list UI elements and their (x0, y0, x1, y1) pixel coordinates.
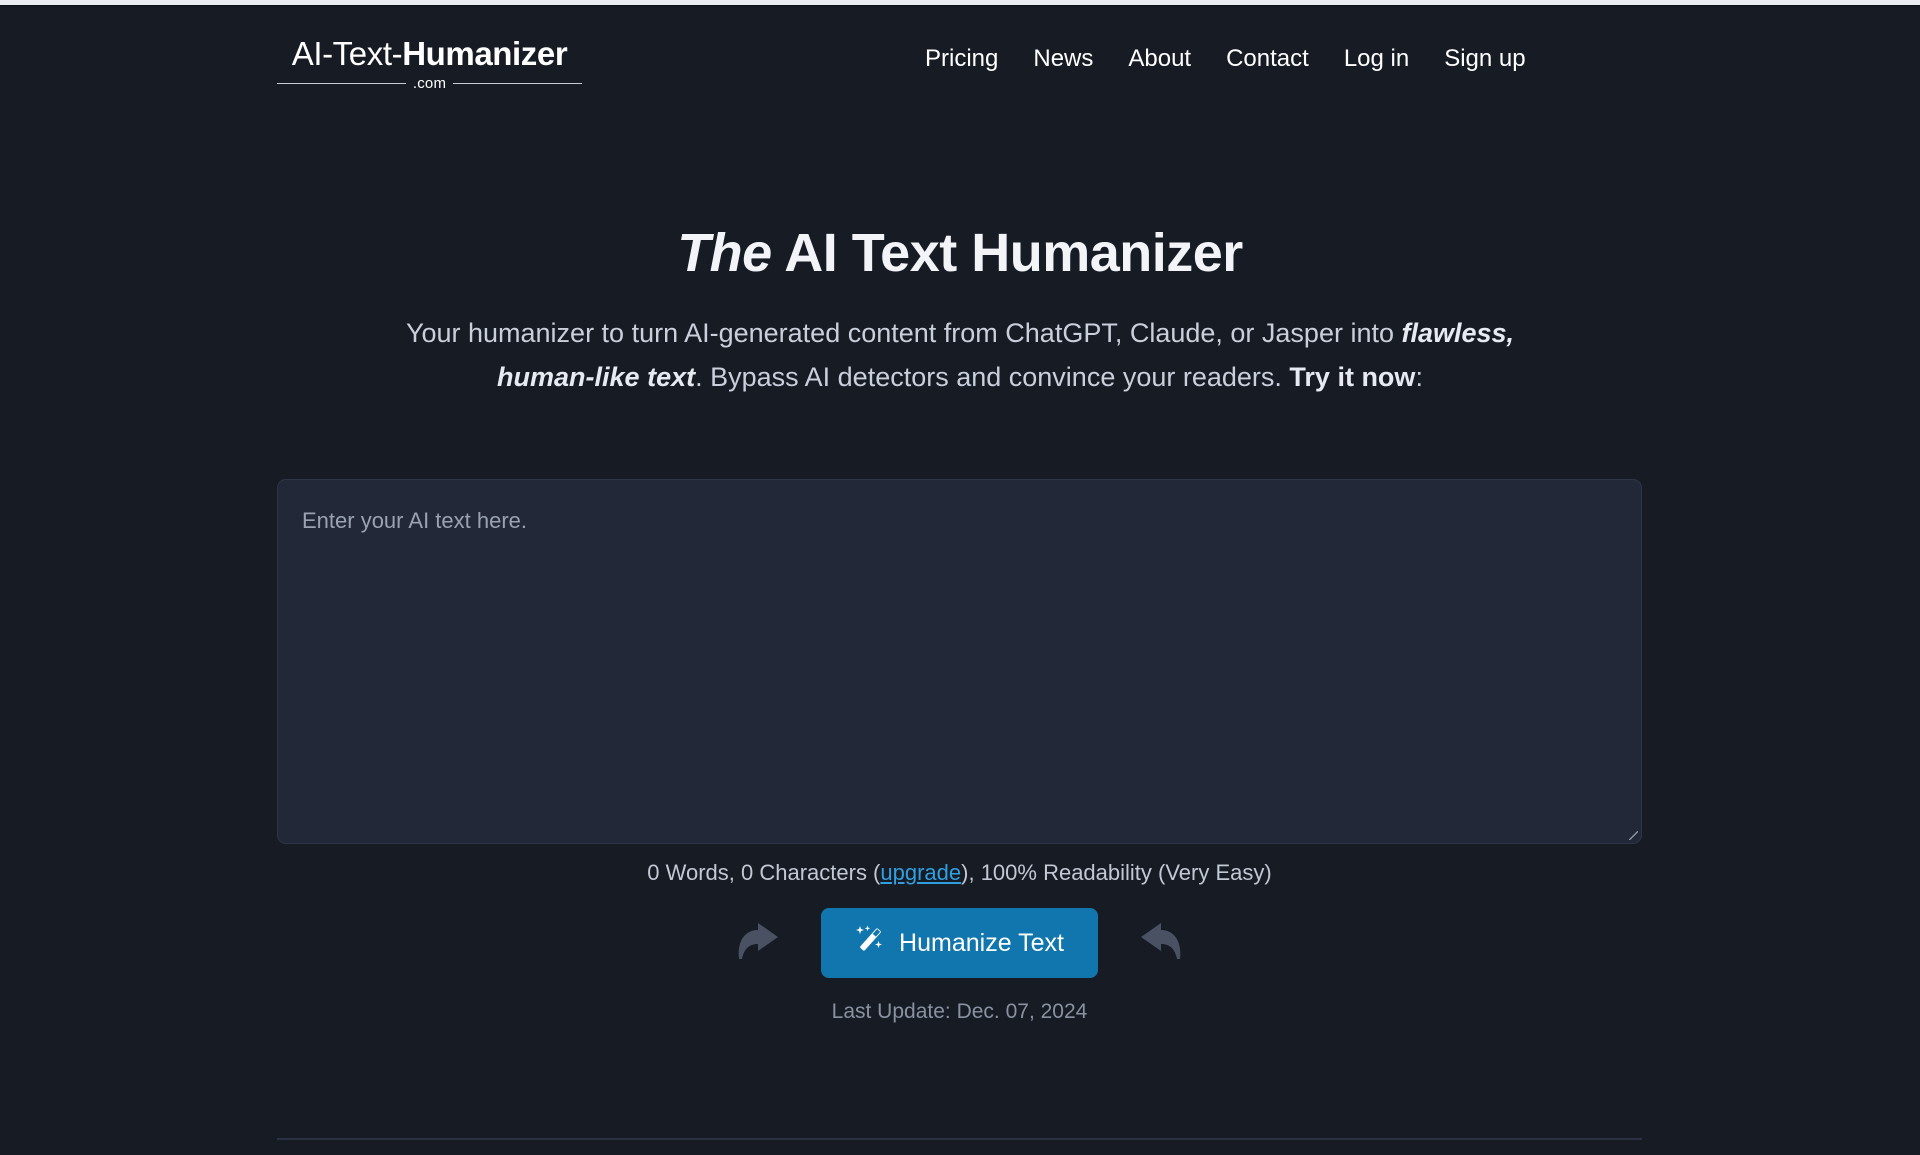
hero-subtitle-part3: : (1415, 361, 1423, 392)
text-stats-prefix: 0 Words, 0 Characters ( (647, 860, 881, 885)
editor-section: Enter your AI text here. 0 Words, 0 Char… (277, 479, 1642, 1024)
logo-wordmark: AI-Text-Humanizer (292, 37, 568, 70)
nav-item-about[interactable]: About (1128, 45, 1191, 73)
logo-domain: .com (412, 75, 447, 92)
hero-subtitle-part1: Your humanizer to turn AI-generated cont… (405, 318, 1402, 349)
logo-rule-left (277, 83, 406, 84)
hero-section: The AI Text Humanizer Your humanizer to … (0, 222, 1920, 400)
nav-item-pricing[interactable]: Pricing (925, 45, 998, 73)
curved-arrow-left-icon (1138, 921, 1186, 965)
logo-rule-right (453, 83, 582, 84)
undo-button[interactable] (729, 917, 785, 969)
logo-domain-row: .com (277, 75, 582, 92)
logo-prefix: AI-Text- (291, 35, 403, 72)
nav-item-signup[interactable]: Sign up (1444, 45, 1525, 73)
page-title-italic-word: The (677, 223, 772, 283)
hero-subtitle: Your humanizer to turn AI-generated cont… (370, 312, 1550, 399)
page-title-rest: AI Text Humanizer (771, 223, 1243, 283)
textarea-resize-handle[interactable] (1629, 831, 1638, 840)
text-stats-suffix: ), 100% Readability (Very Easy) (961, 860, 1272, 885)
main-navigation: Pricing News About Contact Log in Sign u… (925, 45, 1526, 73)
action-row: Humanize Text (277, 908, 1642, 978)
section-divider (277, 1138, 1642, 1140)
magic-wand-icon (855, 925, 885, 962)
redo-button[interactable] (1134, 917, 1190, 969)
curved-arrow-right-icon (733, 921, 781, 965)
ai-text-input-placeholder: Enter your AI text here. (302, 508, 528, 533)
browser-chrome-edge (0, 0, 1920, 6)
logo-suffix: Humanizer (402, 35, 568, 72)
page-root: AI-Text-Humanizer .com Pricing News Abou… (0, 7, 1920, 1155)
nav-item-login[interactable]: Log in (1344, 45, 1409, 73)
hero-subtitle-part2: . Bypass AI detectors and convince your … (695, 361, 1290, 392)
nav-item-contact[interactable]: Contact (1226, 45, 1309, 73)
site-logo[interactable]: AI-Text-Humanizer .com (277, 37, 582, 92)
nav-item-news[interactable]: News (1033, 45, 1093, 73)
hero-subtitle-emphasis2: Try it now (1289, 361, 1416, 392)
text-stats: 0 Words, 0 Characters (upgrade), 100% Re… (277, 860, 1642, 886)
page-title: The AI Text Humanizer (0, 222, 1920, 284)
site-header: AI-Text-Humanizer .com Pricing News Abou… (0, 7, 1920, 115)
humanize-text-button[interactable]: Humanize Text (821, 908, 1098, 978)
last-update-text: Last Update: Dec. 07, 2024 (831, 1000, 1088, 1023)
humanize-text-button-label: Humanize Text (899, 928, 1064, 957)
upgrade-link[interactable]: upgrade (880, 860, 961, 885)
ai-text-input[interactable]: Enter your AI text here. (277, 479, 1642, 844)
